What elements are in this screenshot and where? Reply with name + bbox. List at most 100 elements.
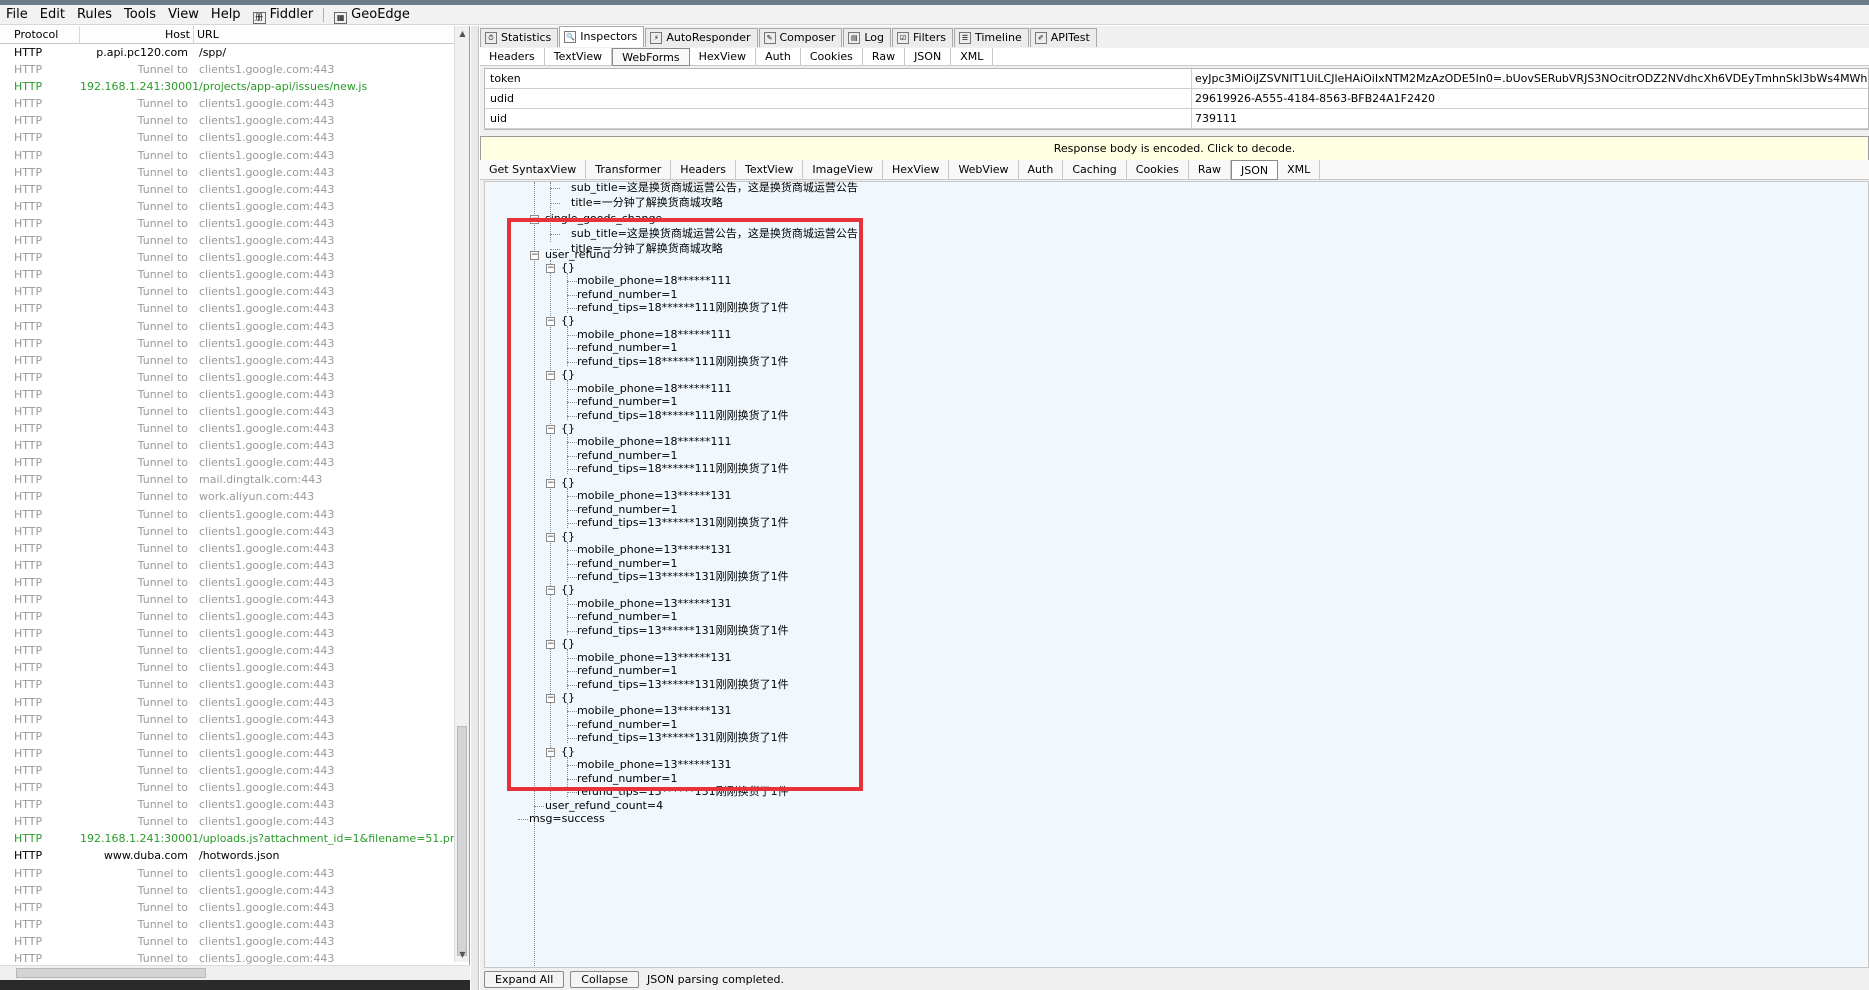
session-row[interactable]: HTTP Tunnel to clients1.google.com:443 [0,762,455,779]
session-row[interactable]: HTTP p.api.pc120.com/spp/ [0,44,455,61]
session-row[interactable]: HTTP Tunnel to clients1.google.com:443 [0,386,455,403]
request-tab-raw[interactable]: Raw [863,48,906,66]
hscrollbar-thumb[interactable] [16,968,206,978]
session-row[interactable]: HTTP Tunnel to work.aliyun.com:443 [0,488,455,505]
menu-rules[interactable]: Rules [71,5,118,25]
response-tab-imageview[interactable]: ImageView [803,160,883,180]
webforms-row[interactable]: udid 29619926-A555-4184-8563-BFB24A1F2420 [485,89,1868,109]
session-row[interactable]: HTTP Tunnel to clients1.google.com:443 [0,916,455,933]
request-tab-xml[interactable]: XML [951,48,994,66]
session-row[interactable]: HTTP Tunnel to clients1.google.com:443 [0,899,455,916]
session-row[interactable]: HTTP Tunnel to clients1.google.com:443 [0,745,455,762]
session-row[interactable]: HTTP Tunnel to clients1.google.com:443 [0,591,455,608]
session-row[interactable]: HTTP Tunnel to clients1.google.com:443 [0,420,455,437]
session-row[interactable]: HTTP Tunnel to clients1.google.com:443 [0,283,455,300]
scroll-up-arrow-icon[interactable]: ▲ [455,26,470,41]
menu-edit[interactable]: Edit [34,5,71,25]
request-tab-headers[interactable]: Headers [480,48,545,66]
session-row[interactable]: HTTP 192.168.1.241:30001/uploads.js?attac… [0,830,455,847]
response-tab-caching[interactable]: Caching [1063,160,1127,180]
scrollbar-thumb[interactable] [457,726,467,956]
session-row[interactable]: HTTP www.duba.com/hotwords.json [0,847,455,864]
json-leaf[interactable]: sub_title=这是换货商城运营公告，这是换货商城运营公告 [571,182,858,195]
tab-autoresponder[interactable]: ⚡ AutoResponder [645,28,758,47]
response-tab-transformer[interactable]: Transformer [586,160,672,180]
session-row[interactable]: HTTP Tunnel to clients1.google.com:443 [0,249,455,266]
session-row[interactable]: HTTP Tunnel to clients1.google.com:443 [0,865,455,882]
session-row[interactable]: HTTP Tunnel to clients1.google.com:443 [0,625,455,642]
response-tab-auth[interactable]: Auth [1019,160,1064,180]
response-tab-headers[interactable]: Headers [671,160,737,180]
menu-file[interactable]: File [0,5,34,25]
response-tab-xml[interactable]: XML [1278,160,1321,180]
session-row[interactable]: HTTP Tunnel to clients1.google.com:443 [0,728,455,745]
webforms-row[interactable]: uid 739111 [485,109,1868,129]
webforms-row[interactable]: token eyJpc3MiOiJZSVNIT1UiLCJleHAiOiIxNTM… [485,69,1868,89]
json-leaf-msg[interactable]: msg=success [529,812,605,826]
session-row[interactable]: HTTP Tunnel to clients1.google.com:443 [0,437,455,454]
sessions-vertical-scrollbar[interactable]: ▲ ▼ [454,26,469,962]
response-tab-textview[interactable]: TextView [736,160,804,180]
request-tab-hexview[interactable]: HexView [690,48,757,66]
response-tab-cookies[interactable]: Cookies [1127,160,1189,180]
session-row[interactable]: HTTP Tunnel to clients1.google.com:443 [0,318,455,335]
request-tab-webforms[interactable]: WebForms [612,48,690,66]
response-tab-get-syntaxview[interactable]: Get SyntaxView [480,160,587,180]
tab-filters[interactable]: ☑ Filters [892,28,953,47]
session-row[interactable]: HTTP Tunnel to clients1.google.com:443 [0,300,455,317]
session-row[interactable]: HTTP Tunnel to clients1.google.com:443 [0,557,455,574]
request-tab-auth[interactable]: Auth [756,48,801,66]
session-row[interactable]: HTTP Tunnel to clients1.google.com:443 [0,711,455,728]
session-row[interactable]: HTTP Tunnel to clients1.google.com:443 [0,129,455,146]
menu-tools[interactable]: Tools [118,5,162,25]
request-tab-cookies[interactable]: Cookies [801,48,863,66]
session-row[interactable]: HTTP Tunnel to clients1.google.com:443 [0,813,455,830]
session-row[interactable]: HTTP Tunnel to clients1.google.com:443 [0,266,455,283]
session-row[interactable]: HTTP Tunnel to clients1.google.com:443 [0,779,455,796]
decode-notice-bar[interactable]: Response body is encoded. Click to decod… [480,136,1869,162]
session-row[interactable]: HTTP Tunnel to clients1.google.com:443 [0,61,455,78]
session-row[interactable]: HTTP Tunnel to clients1.google.com:443 [0,523,455,540]
session-row[interactable]: HTTP Tunnel to clients1.google.com:443 [0,882,455,899]
quickexec-bar[interactable] [0,980,470,990]
tab-log[interactable]: ▤ Log [843,28,892,47]
session-row[interactable]: HTTP Tunnel to clients1.google.com:443 [0,403,455,420]
session-row[interactable]: HTTP Tunnel to clients1.google.com:443 [0,198,455,215]
session-row[interactable]: HTTP Tunnel to clients1.google.com:443 [0,659,455,676]
session-row[interactable]: HTTP Tunnel to clients1.google.com:443 [0,608,455,625]
response-tab-webview[interactable]: WebView [949,160,1019,180]
session-row[interactable]: HTTP 192.168.1.241:30001/projects/app-api… [0,78,455,95]
session-row[interactable]: HTTP Tunnel to clients1.google.com:443 [0,215,455,232]
request-tab-textview[interactable]: TextView [545,48,613,66]
response-tab-hexview[interactable]: HexView [883,160,950,180]
tab-composer[interactable]: ✎ Composer [758,28,843,47]
session-row[interactable]: HTTP Tunnel to clients1.google.com:443 [0,574,455,591]
session-row[interactable]: HTTP Tunnel to clients1.google.com:443 [0,540,455,557]
tab-inspectors[interactable]: 🔍 Inspectors [559,26,645,47]
tab-apitest[interactable]: ✐ APITest [1029,28,1097,47]
session-row[interactable]: HTTP Tunnel to clients1.google.com:443 [0,232,455,249]
request-tab-json[interactable]: JSON [905,48,952,66]
session-row[interactable]: HTTP Tunnel to clients1.google.com:443 [0,352,455,369]
menu-help[interactable]: Help [205,5,247,25]
session-row[interactable]: HTTP Tunnel to clients1.google.com:443 [0,933,455,950]
response-tab-json[interactable]: JSON [1230,160,1279,180]
session-row[interactable]: HTTP Tunnel to clients1.google.com:443 [0,796,455,813]
menu-geoedge[interactable]: ▦ GeoEdge [328,5,416,25]
json-leaf-user-refund-count[interactable]: user_refund_count=4 [545,799,663,813]
session-row[interactable]: HTTP Tunnel to clients1.google.com:443 [0,112,455,129]
session-row[interactable]: HTTP Tunnel to clients1.google.com:443 [0,95,455,112]
session-row[interactable]: HTTP Tunnel to clients1.google.com:443 [0,642,455,659]
session-row[interactable]: HTTP Tunnel to clients1.google.com:443 [0,369,455,386]
session-row[interactable]: HTTP Tunnel to clients1.google.com:443 [0,147,455,164]
sessions-horizontal-scrollbar[interactable] [0,965,470,980]
session-row[interactable]: HTTP Tunnel to clients1.google.com:443 [0,676,455,693]
column-protocol[interactable]: Protocol [0,26,80,43]
column-url[interactable]: URL [194,26,469,43]
session-row[interactable]: HTTP Tunnel to mail.dingtalk.com:443 [0,471,455,488]
session-row[interactable]: HTTP Tunnel to clients1.google.com:443 [0,181,455,198]
session-row[interactable]: HTTP Tunnel to clients1.google.com:443 [0,454,455,471]
scroll-down-arrow-icon[interactable]: ▼ [455,947,470,962]
menu-view[interactable]: View [162,5,205,25]
collapse-button[interactable]: Collapse [570,971,640,988]
